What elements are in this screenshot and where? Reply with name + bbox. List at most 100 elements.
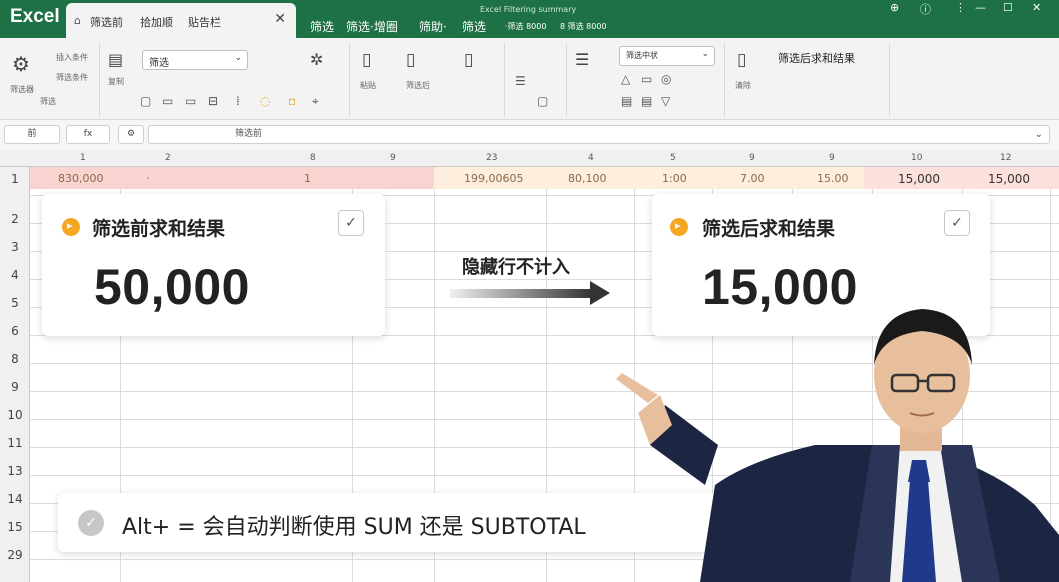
cell-value[interactable]: 1:00 (662, 172, 687, 185)
window-close-icon[interactable]: ✕ (1032, 1, 1041, 14)
formula-input[interactable]: 筛选前 ⌄ (148, 125, 1050, 144)
tab-label-3[interactable]: 贴告栏 (188, 14, 221, 30)
menu-filter-help[interactable]: 筛助· (419, 18, 447, 35)
filter-gear-icon[interactable]: ⚙ (12, 52, 30, 76)
row-header-8[interactable]: 8 (0, 352, 30, 366)
align-center-icon[interactable]: ▤ (641, 94, 652, 108)
account-icon[interactable]: ⊕ (890, 1, 899, 14)
col-header-8[interactable]: 9 (749, 153, 755, 163)
paste-icon[interactable]: ▯ (406, 50, 415, 70)
function-icon[interactable]: ⚙ (118, 125, 144, 144)
formula-content: 筛选前 (235, 129, 263, 139)
transform-icon[interactable]: ⌖ (312, 94, 319, 109)
sheet-icon[interactable]: ▯ (737, 50, 746, 70)
card-value: 50,000 (94, 259, 250, 315)
col-header-5[interactable]: 23 (486, 153, 497, 163)
filter-funnel-icon[interactable]: ▽ (661, 94, 670, 108)
row-header-9[interactable]: 9 (0, 380, 30, 394)
menu-filter[interactable]: 筛选 (310, 18, 334, 35)
col-header-1[interactable]: 1 (80, 153, 86, 163)
row-header-13[interactable]: 13 (0, 464, 30, 478)
col-header-10[interactable]: 10 (911, 153, 922, 163)
card-title: 筛选前求和结果 (92, 218, 226, 240)
column-header: 1 2 8 9 23 4 5 9 9 10 12 (0, 150, 1059, 167)
align-left-icon[interactable]: ▤ (621, 94, 632, 108)
align-icon[interactable]: ▢ (140, 94, 151, 108)
menu-filter-3[interactable]: ·筛选 8000 (505, 21, 546, 32)
chevron-down-icon[interactable]: ⌄ (1035, 126, 1043, 143)
col-header-2[interactable]: 2 (165, 153, 171, 163)
ribbon-label-1: 筛选器 (10, 85, 34, 94)
menu-filter-add[interactable]: 筛选·增圈 (346, 18, 398, 35)
data-row-1[interactable]: 830,000 · 1 199,00605 80,100 1:00 7.00 1… (30, 167, 1059, 189)
col-header-11[interactable]: 12 (1000, 153, 1011, 163)
row-header-15[interactable]: 15 (0, 520, 30, 534)
row-header-11[interactable]: 11 (0, 436, 30, 450)
row-header-14[interactable]: 14 (0, 492, 30, 506)
card-title: 筛选后求和结果 (702, 218, 836, 240)
cell-value[interactable]: 1 (304, 172, 311, 185)
chevron-down-icon: ⌄ (701, 49, 709, 59)
state-select[interactable]: 筛选中状 ⌄ (619, 46, 715, 66)
ribbon-label-7: 筛选后 (406, 81, 430, 90)
row-header-5[interactable]: 5 (0, 296, 30, 310)
row-header-29[interactable]: 29 (0, 548, 30, 562)
col-header-4[interactable]: 9 (390, 153, 396, 163)
row-header: 1 2 3 4 5 6 8 9 10 11 13 14 15 29 (0, 167, 30, 582)
cell-value[interactable]: 830,000 (58, 172, 104, 185)
info-icon[interactable]: ⓘ (920, 1, 931, 17)
cell-value[interactable]: 15,000 (988, 172, 1030, 186)
checkmark-icon[interactable]: ✓ (944, 210, 970, 236)
row-header-2[interactable]: 2 (0, 212, 30, 226)
minimize-icon[interactable]: — (975, 1, 986, 14)
cell-value[interactable]: 80,100 (568, 172, 607, 185)
tab-label-2[interactable]: 拾加顺 (140, 14, 173, 30)
row-header-4[interactable]: 4 (0, 268, 30, 282)
format-icon[interactable]: ⁞ (236, 94, 240, 108)
row-header-1[interactable]: 1 (0, 172, 30, 186)
circle-icon[interactable]: ◎ (661, 72, 671, 86)
color-icon[interactable]: ▫ (288, 94, 296, 108)
formula-bar: 前 fx ⚙ 筛选前 ⌄ (0, 120, 1059, 150)
box-icon[interactable]: ▭ (641, 72, 652, 86)
filter-select[interactable]: 筛选 ⌄ (142, 50, 248, 70)
copy-icon[interactable]: ▯ (362, 50, 371, 70)
menu-filter-2[interactable]: 筛选 (462, 18, 486, 35)
lines-icon[interactable]: ☰ (575, 50, 589, 69)
table-icon[interactable]: ▤ (108, 50, 123, 69)
cell-value[interactable]: 7.00 (740, 172, 765, 185)
document-icon[interactable]: ▯ (464, 50, 473, 70)
triangle-icon[interactable]: △ (621, 72, 630, 86)
menu-icon[interactable]: ⋮ (955, 1, 966, 14)
highlight-icon[interactable]: ◌ (260, 94, 270, 108)
border-icon[interactable]: ▭ (162, 94, 173, 108)
checkmark-icon[interactable]: ✓ (338, 210, 364, 236)
row-header-3[interactable]: 3 (0, 240, 30, 254)
ribbon-label-8: 清除 (735, 81, 751, 90)
col-header-6[interactable]: 4 (588, 153, 594, 163)
merge-icon[interactable]: ⊟ (208, 94, 218, 108)
maximize-icon[interactable]: ☐ (1003, 1, 1013, 14)
col-header-3[interactable]: 8 (310, 153, 316, 163)
col-header-9[interactable]: 9 (829, 153, 835, 163)
list-icon[interactable]: ☰ (515, 74, 526, 88)
row-header-10[interactable]: 10 (0, 408, 30, 422)
settings-icon[interactable]: ✲ (310, 50, 323, 69)
cell-value[interactable]: · (146, 172, 150, 185)
fx-button[interactable]: fx (66, 125, 110, 144)
fill-icon[interactable]: ▭ (185, 94, 196, 108)
arrow-label: 隐藏行不计入 (462, 257, 570, 278)
close-icon[interactable]: ✕ (274, 11, 286, 27)
ribbon-group-5: ☰ 筛选中状 ⌄ △ ▭ ◎ ▤ ▤ ▽ (567, 44, 725, 116)
row-header-6[interactable]: 6 (0, 324, 30, 338)
col-header-7[interactable]: 5 (670, 153, 676, 163)
document-tab[interactable]: ⌂ 筛选前 拾加顺 贴告栏 ✕ (66, 3, 296, 38)
cell-value[interactable]: 15.00 (817, 172, 849, 185)
menu-filter-4[interactable]: 8 筛选 8000 (560, 21, 607, 32)
tab-label-1[interactable]: 筛选前 (90, 14, 123, 30)
cell-value[interactable]: 199,00605 (464, 172, 524, 185)
square-icon[interactable]: ▢ (537, 94, 548, 108)
name-box[interactable]: 前 (4, 125, 60, 144)
title-bar: Excel ⌂ 筛选前 拾加顺 贴告栏 ✕ Excel Filtering su… (0, 0, 1059, 38)
cell-value[interactable]: 15,000 (898, 172, 940, 186)
